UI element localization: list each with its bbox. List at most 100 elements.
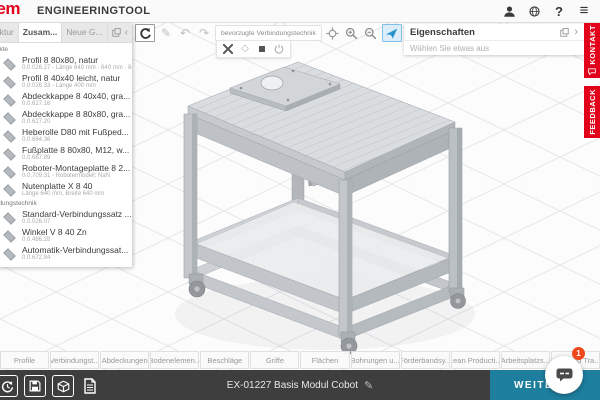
- project-name-area: EX-01227 Basis Modul Cobot ✎: [160, 370, 440, 400]
- part-subtitle: Länge 640 mm, Breite 640 mm: [22, 191, 104, 198]
- chat-icon: [556, 368, 573, 382]
- fastener-dropdown[interactable]: bevorzugte Verbindungstechnik: [215, 25, 322, 41]
- list-item[interactable]: Fußplatte 8 80x80, M12, w...0.0.687.89: [0, 145, 132, 163]
- list-item[interactable]: Nutenplatte X 8 40Länge 640 mm, Breite 6…: [0, 181, 132, 199]
- tab-foerderbandsysteme[interactable]: Förderbandsy...: [401, 351, 450, 369]
- part-thumbnail-icon: [3, 212, 16, 225]
- cube-icon: [57, 380, 70, 393]
- navigate-tool-button[interactable]: [382, 24, 402, 42]
- tab-zusammenbau[interactable]: Zusam...: [19, 22, 62, 42]
- save-button[interactable]: [24, 375, 46, 397]
- parts-list: Produkte Profil 8 80x80, natur0.0.026.27…: [0, 43, 132, 267]
- popout-icon[interactable]: [560, 28, 569, 37]
- tab-bohrungen[interactable]: Bohrungen u...: [351, 351, 400, 369]
- edit-project-name-icon[interactable]: ✎: [364, 379, 373, 392]
- tab-beschlaege[interactable]: Beschläge: [200, 351, 249, 369]
- fit-view-button[interactable]: [325, 24, 341, 42]
- part-subtitle: 0.0.026.07: [22, 219, 132, 226]
- user-icon[interactable]: [501, 3, 517, 19]
- list-item[interactable]: Automatik-Verbindungssat...0.0.672.84: [0, 245, 132, 263]
- part-title: Standard-Verbindungssatz ...: [22, 210, 132, 219]
- tab-flaechen[interactable]: Flächen: [300, 351, 349, 369]
- sidebar-tab-bar: Struktur Zusam... Neue G... ‹: [0, 22, 132, 43]
- left-leg: [184, 114, 197, 278]
- tab-lean-production[interactable]: Lean Producti...: [451, 351, 500, 369]
- category-tab-bar: Profile Verbindungst... Abdeckungen Bode…: [0, 351, 600, 369]
- tab-abdeckungen[interactable]: Abdeckungen: [100, 351, 149, 369]
- popout-icon[interactable]: [112, 28, 121, 37]
- tab-neue-gruppe[interactable]: Neue G...: [62, 22, 107, 42]
- paper-plane-icon: [385, 27, 398, 40]
- part-subtitle: 0.0.687.89: [22, 155, 129, 162]
- tab-bodenelemente[interactable]: Bodenelemen...: [150, 351, 199, 369]
- list-item[interactable]: Profil 8 40x40 leicht, natur0.0.026.33 -…: [0, 73, 132, 91]
- list-item[interactable]: Abdeckkappe 8 80x80, gra...0.0.627.20: [0, 109, 132, 127]
- part-subtitle: 0.0.026.33 - Länge 400 mm: [22, 83, 120, 90]
- part-subtitle: 0.0.672.84: [22, 255, 128, 262]
- history-button[interactable]: [0, 375, 18, 397]
- fastener-type-bar: ◇: [216, 40, 291, 58]
- edit-tool-button[interactable]: ✎: [158, 24, 174, 42]
- tab-profile[interactable]: Profile: [0, 351, 49, 369]
- project-name: EX-01227 Basis Modul Cobot: [227, 380, 358, 391]
- zoom-out-button[interactable]: [363, 24, 379, 42]
- part-subtitle: 0.0.627.20: [22, 119, 130, 126]
- part-subtitle: 0.0.486.28: [22, 237, 87, 244]
- help-icon[interactable]: ?: [551, 3, 567, 19]
- list-item[interactable]: Abdeckkappe 8 40x40, gra...0.0.627.16: [0, 91, 132, 109]
- list-item[interactable]: Standard-Verbindungssatz ...0.0.026.07: [0, 209, 132, 227]
- menu-icon[interactable]: ≡: [576, 3, 592, 19]
- list-item[interactable]: Roboter-Montageplatte 8 2...0.0.709.31 -…: [0, 163, 132, 181]
- part-subtitle: 0.0.026.27 - Länge 640 mm · 640 mm · 84.…: [22, 65, 132, 72]
- part-subtitle: 0.0.627.16: [22, 101, 130, 108]
- speech-bubble-icon: [588, 68, 596, 75]
- list-item[interactable]: Profil 8 80x80, natur0.0.026.27 - Länge …: [0, 55, 132, 73]
- expand-x-icon[interactable]: [223, 44, 233, 54]
- part-thumbnail-icon: [3, 184, 16, 197]
- part-thumbnail-icon: [3, 76, 16, 89]
- redo-button[interactable]: ↷: [196, 24, 212, 42]
- crosshair-icon: [326, 27, 339, 40]
- front-leg: [339, 180, 352, 336]
- expand-panel-icon[interactable]: ›: [574, 26, 578, 38]
- part-thumbnail-icon: [3, 248, 16, 261]
- caster-left: [189, 274, 205, 297]
- properties-header: Eigenschaften ›: [404, 24, 584, 41]
- tab-griffe[interactable]: Griffe: [250, 351, 299, 369]
- caster-right: [450, 288, 466, 309]
- properties-title: Eigenschaften: [410, 27, 560, 38]
- item-logo: item: [0, 0, 20, 19]
- part-title: Roboter-Montageplatte 8 2...: [22, 164, 130, 173]
- properties-placeholder[interactable]: Wählen Sie etwas aus: [404, 41, 584, 55]
- globe-icon[interactable]: [526, 3, 542, 19]
- rotate-icon: [139, 27, 152, 40]
- section-label-verbindungstechnik: Verbindungstechnik: [0, 200, 132, 208]
- part-title: Abdeckkappe 8 80x80, gra...: [22, 110, 130, 119]
- tab-struktur[interactable]: Struktur: [0, 22, 19, 42]
- kontakt-tab[interactable]: KONTAKT: [584, 22, 600, 78]
- zoom-in-icon: [345, 27, 358, 40]
- chat-fab-button[interactable]: [545, 356, 583, 394]
- power-icon[interactable]: [274, 44, 284, 54]
- app-window: item ENGINEERINGTOOL ? ≡ ✎ ↶ ↷ bevorzugt…: [0, 0, 600, 400]
- export-3d-button[interactable]: [52, 375, 74, 397]
- feedback-tab[interactable]: FEEDBACK: [584, 86, 600, 138]
- rotate-view-button[interactable]: [135, 24, 155, 42]
- status-bar: EX-01227 Basis Modul Cobot ✎ WEITER ›: [0, 370, 600, 400]
- diamond-icon[interactable]: ◇: [240, 44, 250, 54]
- zoom-out-icon: [364, 27, 377, 40]
- part-thumbnail-icon: [3, 166, 16, 179]
- tab-verbindungstechnik[interactable]: Verbindungst...: [50, 351, 99, 369]
- undo-button[interactable]: ↶: [177, 24, 193, 42]
- zoom-in-button[interactable]: [344, 24, 360, 42]
- list-item[interactable]: Heberolle D80 mit Fußped...0.0.684.36: [0, 127, 132, 145]
- tab-arbeitsplatzsysteme[interactable]: Arbeitsplatzs...: [501, 351, 550, 369]
- part-title: Winkel V 8 40 Zn: [22, 228, 87, 237]
- app-header: item ENGINEERINGTOOL ? ≡: [0, 0, 600, 23]
- right-leg: [449, 128, 462, 292]
- document-button[interactable]: [80, 376, 100, 396]
- list-item[interactable]: Winkel V 8 40 Zn0.0.486.28: [0, 227, 132, 245]
- collapse-panel-icon[interactable]: ‹: [125, 27, 128, 38]
- square-icon[interactable]: [257, 44, 267, 54]
- part-thumbnail-icon: [3, 130, 16, 143]
